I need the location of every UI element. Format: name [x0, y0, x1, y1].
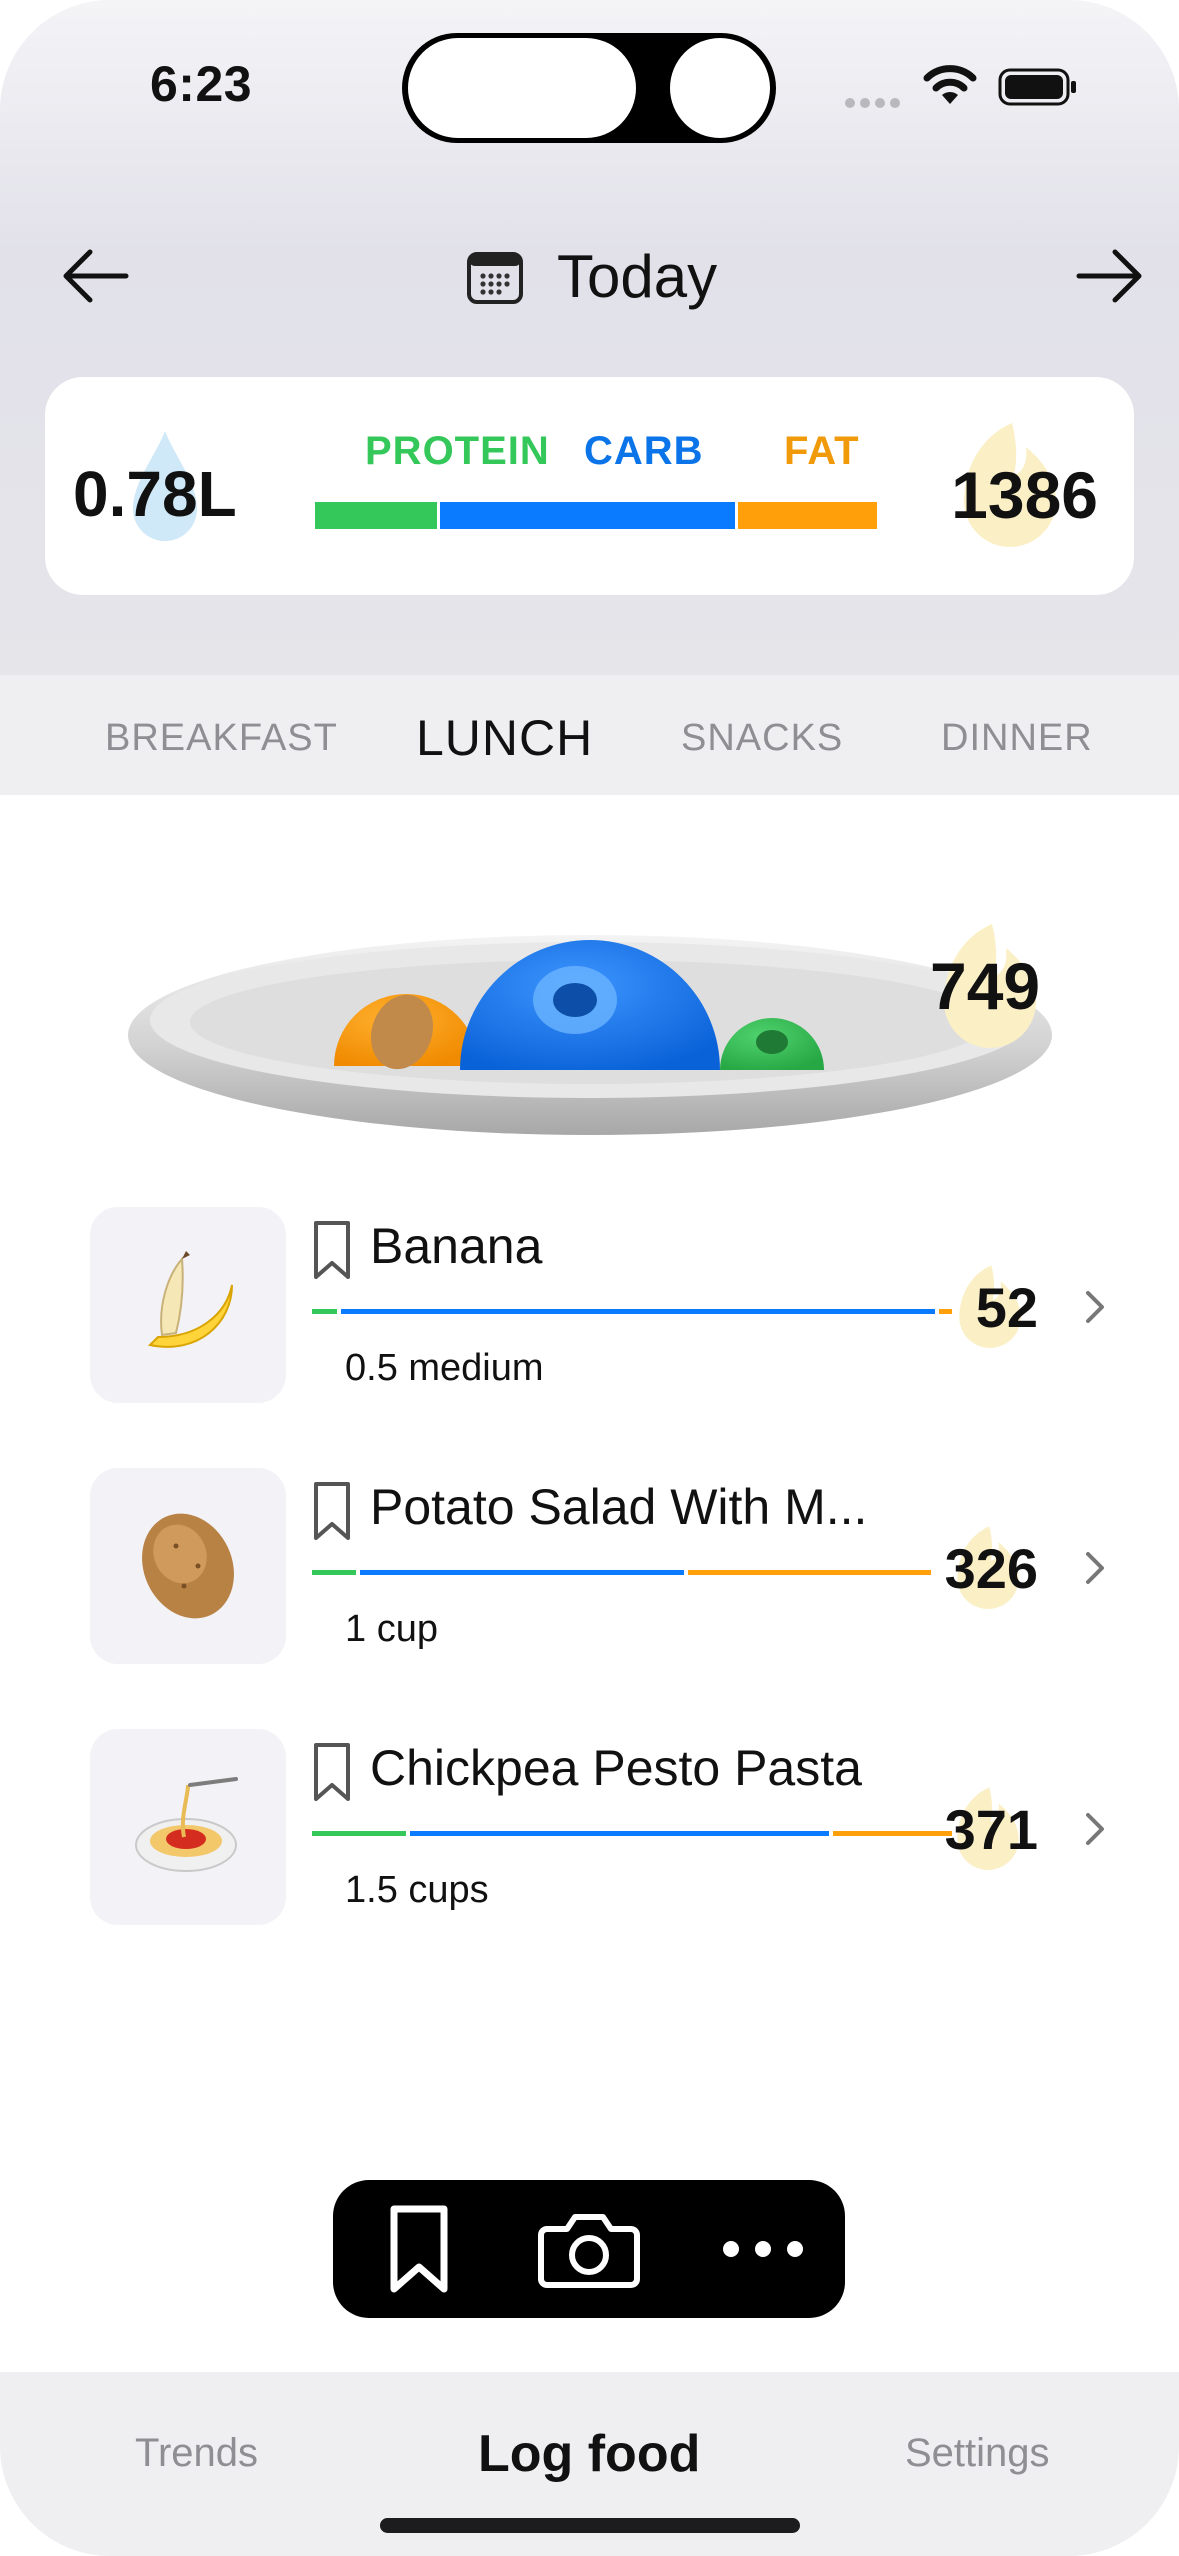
wifi-icon [923, 65, 977, 104]
food-calories: 326 [944, 1537, 1038, 1600]
food-item-row[interactable]: Chickpea Pesto Pasta 1.5 cups 371 [90, 1729, 1110, 1925]
food-macro-bar [312, 1570, 944, 1575]
status-time: 6:23 [150, 56, 253, 112]
food-calories: 371 [944, 1798, 1038, 1861]
carb-label: CARB [584, 429, 704, 473]
dynamic-island [402, 33, 776, 143]
macro-legend: PROTEIN CARB FAT [365, 429, 925, 473]
previous-day-button[interactable] [60, 246, 130, 306]
saved-foods-button[interactable] [349, 2180, 489, 2318]
meal-calories: 749 [930, 949, 1041, 1023]
food-serving: 1.5 cups [345, 1869, 489, 1911]
bookmark-icon [390, 2205, 448, 2293]
food-item-row[interactable]: Potato Salad With M... 1 cup 326 [90, 1468, 1110, 1664]
camera-icon [538, 2214, 640, 2288]
tab-dinner[interactable]: DINNER [941, 717, 1093, 760]
tab-settings[interactable]: Settings [905, 2431, 1050, 2476]
bookmark-icon[interactable] [312, 1219, 352, 1281]
next-day-button[interactable] [1075, 246, 1145, 306]
food-item-row[interactable]: Banana 0.5 medium 52 [90, 1207, 1110, 1403]
fat-label: FAT [784, 429, 860, 473]
water-intake: 0.78L [73, 458, 237, 530]
home-indicator[interactable] [380, 2518, 800, 2533]
food-thumbnail [90, 1207, 286, 1403]
protein-segment [312, 1570, 356, 1575]
spaghetti-icon [135, 1777, 238, 1872]
battery-icon [998, 68, 1076, 106]
food-name: Chickpea Pesto Pasta [370, 1740, 862, 1796]
more-icon [723, 2241, 803, 2257]
banana-icon [147, 1251, 233, 1348]
protein-label: PROTEIN [365, 429, 550, 473]
food-thumbnail [90, 1468, 286, 1664]
date-picker[interactable]: Today [465, 236, 717, 316]
meal-plate-illustration [128, 924, 1052, 1135]
protein-segment [312, 1309, 337, 1314]
cellular-signal-icon [845, 95, 905, 113]
calendar-icon [467, 252, 523, 304]
carb-segment [440, 502, 735, 529]
food-macro-bar [312, 1309, 952, 1314]
food-calories: 52 [975, 1276, 1038, 1339]
chevron-right-icon[interactable] [1080, 1809, 1110, 1849]
chevron-right-icon[interactable] [1080, 1287, 1110, 1327]
food-serving: 0.5 medium [345, 1347, 544, 1389]
tab-log-food[interactable]: Log food [478, 2424, 700, 2484]
chevron-right-icon[interactable] [1080, 1548, 1110, 1588]
daily-summary-card[interactable]: 0.78L PROTEIN CARB FAT 1386 [45, 377, 1134, 595]
tab-lunch[interactable]: LUNCH [416, 709, 593, 767]
tab-snacks[interactable]: SNACKS [681, 717, 843, 760]
bookmark-icon[interactable] [312, 1741, 352, 1803]
camera-button[interactable] [519, 2180, 659, 2318]
log-actions-bar [333, 2180, 845, 2318]
food-name: Potato Salad With M... [370, 1479, 868, 1535]
app-screen: 6:23 Today 0.78L PROTEIN CARB FAT 1386 B… [0, 0, 1179, 2556]
more-options-button[interactable] [693, 2180, 833, 2318]
meal-tabs: BREAKFAST LUNCH SNACKS DINNER [0, 675, 1179, 795]
food-macro-bar [312, 1831, 952, 1836]
fat-segment [833, 1831, 952, 1836]
protein-segment [312, 1831, 407, 1836]
total-calories: 1386 [951, 458, 1098, 532]
bookmark-icon[interactable] [312, 1480, 352, 1542]
carb-segment [341, 1309, 935, 1314]
potato-icon [142, 1513, 234, 1619]
carb-segment [360, 1570, 684, 1575]
protein-segment [315, 502, 437, 529]
food-name: Banana [370, 1218, 543, 1274]
tab-trends[interactable]: Trends [135, 2431, 258, 2476]
fat-segment [688, 1570, 931, 1575]
carb-segment [410, 1831, 830, 1836]
tab-breakfast[interactable]: BREAKFAST [105, 717, 338, 760]
food-thumbnail [90, 1729, 286, 1925]
food-serving: 1 cup [345, 1608, 438, 1650]
fat-segment [738, 502, 877, 529]
macro-distribution-bar [315, 502, 877, 529]
date-label: Today [557, 242, 718, 310]
